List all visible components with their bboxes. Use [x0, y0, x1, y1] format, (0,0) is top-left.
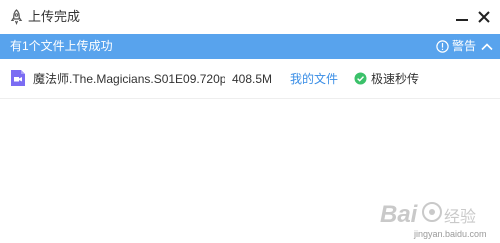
window-title: 上传完成	[28, 9, 81, 24]
video-file-icon	[10, 69, 26, 87]
svg-text:Bai: Bai	[380, 201, 419, 228]
check-circle-icon	[354, 72, 367, 85]
chevron-up-icon	[479, 42, 495, 59]
close-icon	[474, 7, 494, 27]
upload-result-message: 有1个文件上传成功	[10, 39, 113, 53]
watermark-url: jingyan.baidu.com	[414, 229, 487, 239]
svg-text:经验: 经验	[444, 207, 476, 226]
title-bar: 上传完成	[0, 0, 500, 34]
collapse-button[interactable]	[479, 39, 495, 55]
file-row[interactable]: 魔法师.The.Magicians.S01E09.720p.HDTV 408.5…	[0, 60, 500, 98]
file-size: 408.5M	[232, 72, 273, 86]
my-files-link[interactable]: 我的文件	[290, 72, 338, 87]
info-circle-icon[interactable]	[436, 40, 449, 53]
row-divider	[0, 98, 500, 99]
upload-result-banner: 有1个文件上传成功 警告	[0, 34, 500, 59]
file-name: 魔法师.The.Magicians.S01E09.720p.HDTV	[33, 72, 225, 86]
close-button[interactable]	[474, 7, 494, 27]
minimize-button[interactable]	[452, 7, 472, 27]
rocket-icon	[10, 9, 23, 25]
upload-status: 极速秒传	[371, 72, 420, 86]
minimize-icon	[452, 7, 472, 27]
warning-link[interactable]: 警告	[452, 39, 476, 54]
